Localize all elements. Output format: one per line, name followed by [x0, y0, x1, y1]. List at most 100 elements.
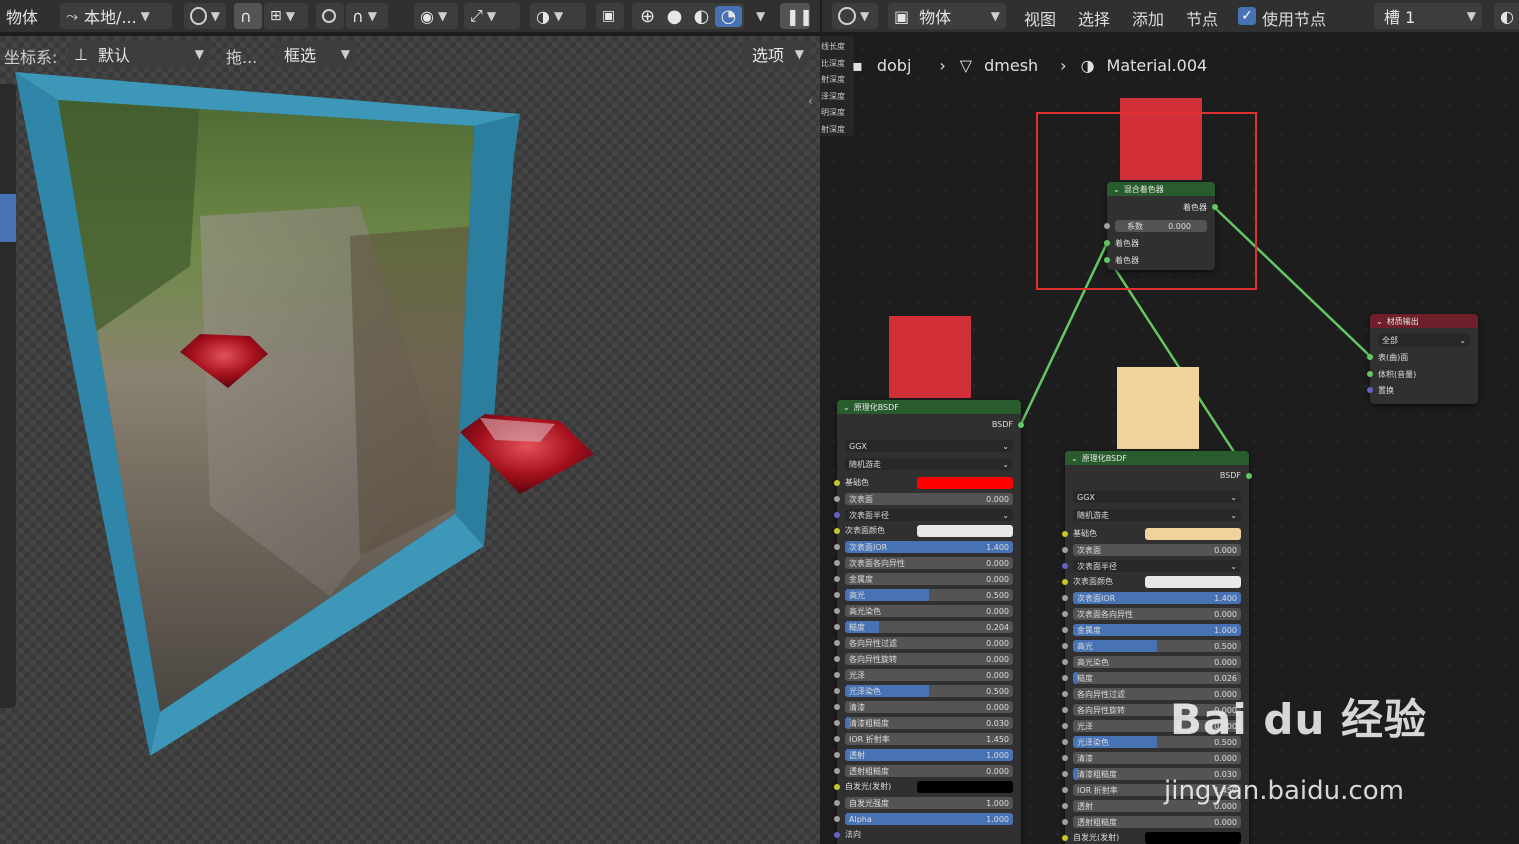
- input-socket[interactable]: [834, 704, 840, 710]
- input-socket[interactable]: [1062, 547, 1068, 553]
- xray-toggle[interactable]: ▣: [596, 3, 624, 29]
- node-header[interactable]: ⌄ 混合着色器: [1107, 182, 1215, 196]
- property-field[interactable]: 光泽染色 0.500: [1073, 736, 1241, 748]
- output-socket[interactable]: [1212, 204, 1218, 210]
- menu-node[interactable]: 节点: [1186, 6, 1218, 30]
- coordinate-system-dropdown[interactable]: ⊥ 默认 ▼: [68, 41, 210, 67]
- property-field[interactable]: 高光 0.500: [845, 589, 1013, 601]
- breadcrumb-material[interactable]: Material.004: [1107, 56, 1208, 75]
- mix-shader-node[interactable]: ⌄ 混合着色器 着色器 系数 0.000 着色器 着色器: [1104, 182, 1218, 270]
- property-field[interactable]: 透射粗糙度 0.000: [1073, 816, 1241, 828]
- material-output-node[interactable]: ⌄ 材质输出 全部 ⌄ 表(曲)面 体积(音量) 置换: [1367, 314, 1478, 404]
- property-field[interactable]: 高光染色 0.000: [1073, 656, 1241, 668]
- input-socket[interactable]: [1062, 803, 1068, 809]
- bsdf-output-socket[interactable]: [1246, 473, 1252, 479]
- color-field[interactable]: [917, 781, 1013, 793]
- property-field[interactable]: 光泽 0.000: [1073, 720, 1241, 732]
- editor-type-dropdown[interactable]: ▼: [832, 3, 878, 29]
- overlays-dropdown[interactable]: ◑ ▼: [530, 3, 586, 29]
- input-socket[interactable]: [1062, 755, 1068, 761]
- shading-options-dropdown[interactable]: ▼: [746, 3, 770, 29]
- property-field[interactable]: IOR 折射率 1.450: [845, 733, 1013, 745]
- property-field[interactable]: 次表面 0.000: [845, 493, 1013, 505]
- material-slot-dropdown[interactable]: 槽 1 ▼: [1374, 3, 1482, 29]
- input-socket[interactable]: [1062, 739, 1068, 745]
- material-preview-icon[interactable]: ◐: [688, 6, 715, 27]
- input-socket[interactable]: [834, 576, 840, 582]
- input-socket[interactable]: [1062, 691, 1068, 697]
- options-dropdown[interactable]: 选项 ▼: [742, 41, 810, 67]
- solid-shading-icon[interactable]: ●: [661, 6, 688, 27]
- input-socket[interactable]: [1062, 707, 1068, 713]
- property-field[interactable]: 各向异性旋转 0.000: [845, 653, 1013, 665]
- color-field[interactable]: [917, 525, 1013, 537]
- input-socket[interactable]: [834, 752, 840, 758]
- property-field[interactable]: 次表面IOR 1.400: [845, 541, 1013, 553]
- input-socket[interactable]: [834, 592, 840, 598]
- property-field[interactable]: 各向异性旋转 0.000: [1073, 704, 1241, 716]
- input-socket[interactable]: [1062, 675, 1068, 681]
- property-field[interactable]: 次表面各向异性 0.000: [845, 557, 1013, 569]
- transform-orientation-dropdown[interactable]: ⤳ 本地/... ▼: [60, 3, 172, 29]
- bsdf-output-socket[interactable]: [1018, 422, 1024, 428]
- input-socket[interactable]: [834, 768, 840, 774]
- property-field[interactable]: 金属度 0.000: [845, 573, 1013, 585]
- input-socket[interactable]: [834, 720, 840, 726]
- material-preview-button[interactable]: ◐: [1494, 3, 1519, 29]
- input-socket[interactable]: [834, 688, 840, 694]
- property-field[interactable]: 透射 0.000: [1073, 800, 1241, 812]
- property-field[interactable]: 清漆 0.000: [1073, 752, 1241, 764]
- breadcrumb-object[interactable]: dobj: [877, 56, 912, 75]
- input-socket[interactable]: [1062, 723, 1068, 729]
- pivot-point-dropdown[interactable]: ▼: [184, 3, 226, 29]
- input-socket[interactable]: [1062, 563, 1068, 569]
- input-socket[interactable]: [1062, 659, 1068, 665]
- principled-bsdf-node[interactable]: ⌄ 原理化BSDF BSDF GGX ⌄ 随机游走 ⌄ 基础色 次表面 0.000 次表面…: [834, 400, 1024, 844]
- subsurface-method-dropdown[interactable]: 随机游走 ⌄: [1073, 509, 1241, 521]
- property-field[interactable]: 糙度 0.026: [1073, 672, 1241, 684]
- property-field[interactable]: 高光 0.500: [1073, 640, 1241, 652]
- shader-type-dropdown[interactable]: ▣ 物体 ▼: [888, 3, 1006, 29]
- menu-select[interactable]: 选择: [1078, 6, 1110, 30]
- node-header[interactable]: ⌄ 原理化BSDF: [1065, 451, 1249, 465]
- 3d-viewport[interactable]: 坐标系: ⊥ 默认 ▼ 拖... 框选 ▼ 选项 ▼ ‹: [0, 36, 820, 844]
- falloff-dropdown[interactable]: ∩ ▼: [346, 3, 388, 29]
- node-header[interactable]: ⌄ 原理化BSDF: [837, 400, 1021, 414]
- property-field[interactable]: 次表面各向异性 0.000: [1073, 608, 1241, 620]
- base-color-field[interactable]: [1145, 528, 1241, 540]
- active-tool-move[interactable]: [0, 194, 16, 242]
- input-socket[interactable]: [1062, 579, 1068, 585]
- property-field[interactable]: 高光染色 0.000: [845, 605, 1013, 617]
- input-socket[interactable]: [1062, 643, 1068, 649]
- gizmo-dropdown[interactable]: ⤢ ▼: [464, 3, 520, 29]
- input-socket[interactable]: [1062, 819, 1068, 825]
- breadcrumb-mesh[interactable]: dmesh: [984, 56, 1038, 75]
- property-field[interactable]: 透射粗糙度 0.000: [845, 765, 1013, 777]
- sidebar-toggle-icon[interactable]: ‹: [808, 94, 813, 108]
- input-socket[interactable]: [834, 816, 840, 822]
- proportional-edit-toggle[interactable]: [316, 3, 344, 29]
- surface-socket[interactable]: [1367, 354, 1373, 360]
- wireframe-shading-icon[interactable]: ⊕: [634, 6, 661, 27]
- input-socket[interactable]: [1062, 611, 1068, 617]
- input-socket[interactable]: [834, 608, 840, 614]
- rendered-shading-icon[interactable]: ◔: [715, 5, 742, 27]
- distribution-dropdown[interactable]: GGX ⌄: [1073, 491, 1241, 503]
- input-socket[interactable]: [834, 560, 840, 566]
- pause-render-button[interactable]: ❚❚: [780, 3, 810, 29]
- property-field[interactable]: 次表面 0.000: [1073, 544, 1241, 556]
- object-mode-selector[interactable]: 物体: [0, 3, 44, 29]
- input-socket[interactable]: [834, 656, 840, 662]
- property-field[interactable]: 清漆粗糙度 0.030: [1073, 768, 1241, 780]
- input-socket[interactable]: [1062, 787, 1068, 793]
- input-socket[interactable]: [834, 544, 840, 550]
- input-socket[interactable]: [834, 528, 840, 534]
- target-dropdown[interactable]: 全部 ⌄: [1378, 334, 1470, 346]
- input-socket[interactable]: [834, 480, 840, 486]
- node-header[interactable]: ⌄ 材质输出: [1370, 314, 1478, 328]
- input-socket[interactable]: [1062, 531, 1068, 537]
- input-socket[interactable]: [834, 832, 840, 838]
- volume-socket[interactable]: [1367, 371, 1373, 377]
- radius-dropdown[interactable]: 次表面半径 ⌄: [1073, 560, 1241, 572]
- property-field[interactable]: 各向异性过滤 0.000: [1073, 688, 1241, 700]
